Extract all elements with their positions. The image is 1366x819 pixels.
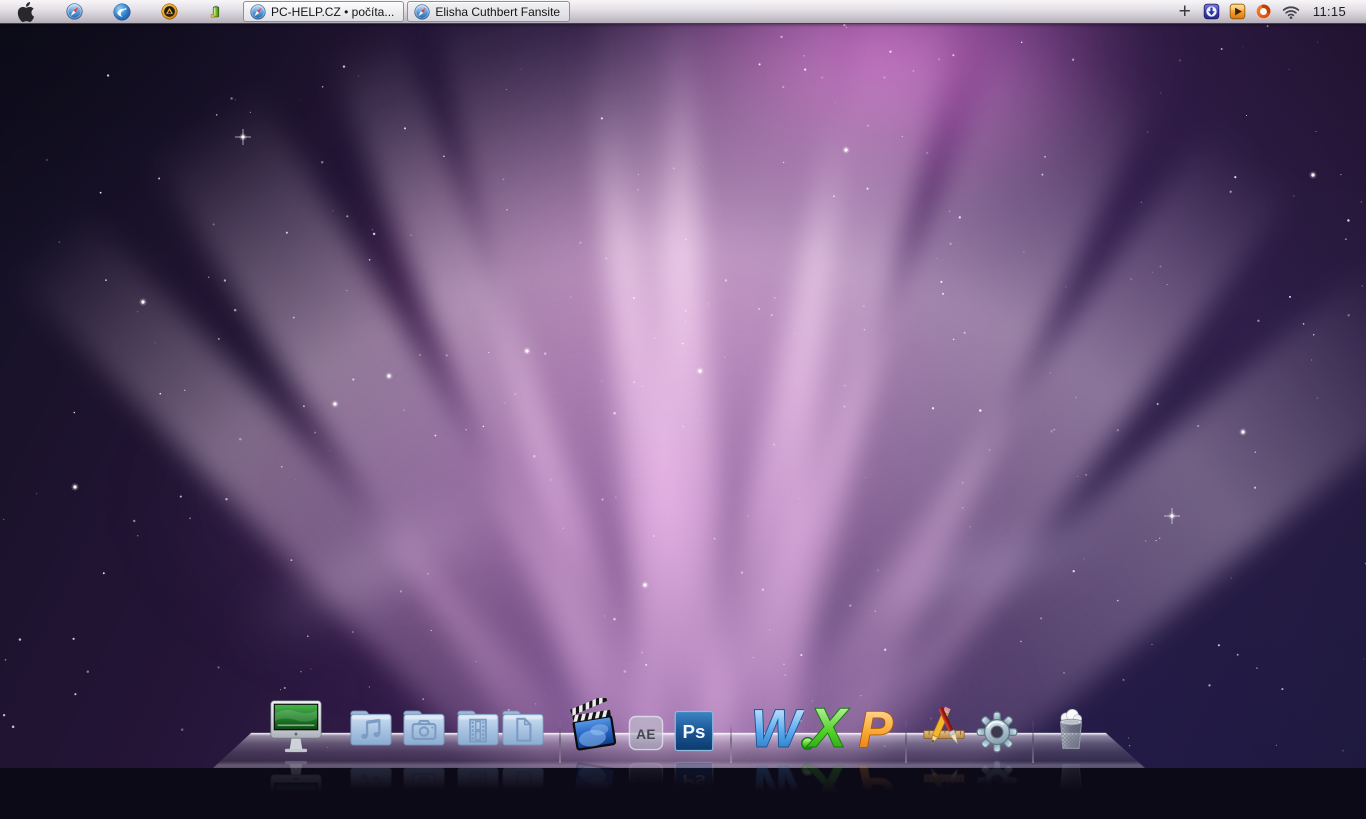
aurora-wallpaper	[0, 0, 1366, 768]
system-tray	[1203, 2, 1301, 22]
safari-icon	[250, 4, 266, 20]
music-folder-icon	[343, 700, 399, 756]
clock[interactable]: 11:15	[1313, 4, 1346, 19]
dock-item-design-tools[interactable]	[916, 700, 972, 756]
tab-label: Elisha Cuthbert Fansite	[435, 5, 560, 19]
dock: AE AE Ps Ps W W X X P P	[0, 678, 1366, 768]
desktop: AE AE Ps Ps W W X X P P	[0, 0, 1366, 768]
swirl-ring-icon[interactable]	[1255, 3, 1272, 20]
dock-item-pictures-folder[interactable]	[396, 700, 452, 756]
tab-elisha-cuthbert-fansite[interactable]: Elisha Cuthbert Fansite	[407, 1, 570, 22]
starfield	[0, 0, 1366, 768]
thunderbird-icon[interactable]	[113, 2, 131, 22]
dock-item-photoshop[interactable]: Ps Ps	[669, 706, 719, 756]
tab-pc-help-cz-po-ta[interactable]: PC-HELP.CZ • počíta...	[243, 1, 404, 22]
wifi-icon[interactable]	[1281, 2, 1301, 22]
powerpoint-icon: P	[845, 698, 903, 756]
media-player-icon[interactable]	[1229, 3, 1246, 20]
dock-separator	[559, 721, 561, 763]
dock-item-imac-computer[interactable]	[265, 694, 327, 756]
imac-computer-icon	[265, 694, 327, 756]
battery-icon[interactable]	[208, 2, 224, 22]
after-effects-icon: AE	[623, 710, 669, 756]
dock-separator	[1032, 721, 1034, 763]
window-tabs: PC-HELP.CZ • počíta... Elisha Cuthbert F…	[243, 1, 570, 22]
movie-clapper-icon	[565, 698, 623, 756]
safari-icon[interactable]	[66, 2, 83, 22]
menu-bar: PC-HELP.CZ • počíta... Elisha Cuthbert F…	[0, 0, 1366, 24]
new-tab-button[interactable]: +	[1175, 2, 1195, 22]
svg-text:X: X	[807, 698, 849, 756]
download-manager-icon[interactable]	[1203, 3, 1220, 20]
menubar-launcher-icons	[0, 2, 224, 22]
dock-separator	[730, 721, 732, 763]
svg-text:AE: AE	[636, 727, 656, 742]
dock-item-documents-folder[interactable]	[495, 700, 551, 756]
design-tools-icon	[916, 700, 972, 756]
photoshop-icon: Ps	[669, 706, 719, 756]
apple-icon[interactable]	[16, 2, 36, 22]
svg-text:AE: AE	[636, 771, 656, 786]
dock-item-music-folder[interactable]	[343, 700, 399, 756]
dock-item-powerpoint[interactable]: P P	[845, 698, 903, 756]
dock-separator	[905, 721, 907, 763]
safari-icon	[414, 4, 430, 20]
trash-icon	[1042, 698, 1100, 756]
documents-folder-icon	[495, 700, 551, 756]
system-preferences-icon	[973, 708, 1021, 756]
tab-label: PC-HELP.CZ • počíta...	[271, 5, 394, 19]
dock-item-trash[interactable]	[1042, 698, 1100, 756]
svg-text:P: P	[859, 701, 893, 756]
pictures-folder-icon	[396, 700, 452, 756]
svg-text:Ps: Ps	[683, 771, 706, 792]
svg-text:Ps: Ps	[683, 721, 706, 742]
dock-item-movie-clapper[interactable]	[565, 698, 623, 756]
dock-item-system-preferences[interactable]	[973, 708, 1021, 756]
dock-item-after-effects[interactable]: AE AE	[623, 710, 669, 756]
orange-orb-icon[interactable]	[161, 2, 178, 22]
